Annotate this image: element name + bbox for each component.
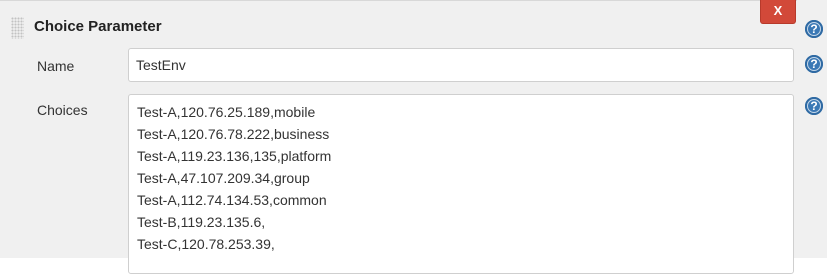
panel-top-border: [0, 0, 797, 1]
choice-line: Test-A,119.23.136,135,platform: [137, 148, 332, 164]
name-help-icon[interactable]: ?: [805, 55, 823, 73]
choice-line: Test-B,119.23.135.6,: [137, 214, 266, 230]
choices-help-icon[interactable]: ?: [805, 97, 823, 115]
help-glyph: ?: [810, 22, 818, 36]
delete-parameter-button[interactable]: X: [760, 0, 796, 24]
choice-line: Test-C,120.78.253.39,: [137, 236, 275, 252]
choice-line: Test-A,112.74.134.53,common: [137, 192, 327, 208]
choice-line: Test-A,47.107.209.34,group: [137, 170, 310, 186]
choice-line: Test-A,120.76.25.189,mobile: [137, 104, 316, 120]
help-icon[interactable]: ?: [805, 20, 823, 38]
choice-parameter-panel: Choice Parameter X ? Name ? Choices Test…: [0, 0, 827, 274]
choices-textarea[interactable]: Test-A,120.76.25.189,mobile Test-A,120.7…: [128, 94, 794, 274]
choice-line: Test-A,120.76.78.222,business: [137, 126, 330, 142]
name-input[interactable]: [128, 48, 794, 82]
help-glyph: ?: [810, 99, 818, 113]
help-glyph: ?: [810, 57, 818, 71]
section-title: Choice Parameter: [34, 18, 162, 35]
choices-label: Choices: [37, 102, 88, 118]
name-label: Name: [37, 58, 75, 74]
drag-handle-icon[interactable]: [11, 17, 24, 39]
